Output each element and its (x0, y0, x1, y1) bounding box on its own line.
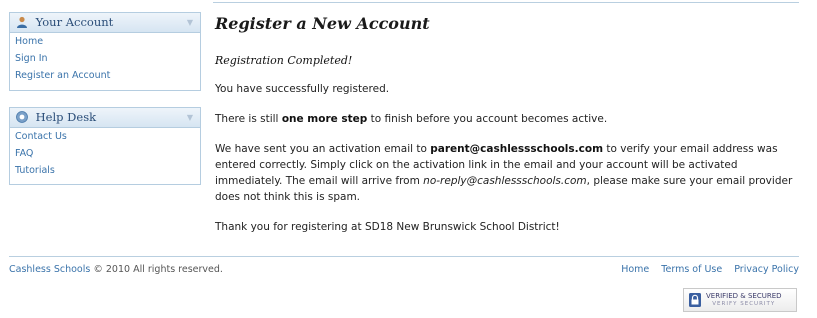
sidebar-item-contact-us[interactable]: Contact Us (10, 128, 200, 145)
copyright-text: © 2010 All rights reserved. (93, 264, 223, 275)
footer-copyright: Cashless Schools © 2010 All rights reser… (9, 264, 223, 275)
recipient-email: parent@cashlessschools.com (430, 143, 604, 155)
lock-icon (689, 293, 701, 307)
account-panel: Your Account ▼ Home Sign In Register an … (9, 12, 201, 91)
footer-link-home[interactable]: Home (621, 264, 649, 275)
sidebar-item-home[interactable]: Home (10, 33, 200, 50)
footer-divider (9, 256, 799, 257)
user-icon (17, 16, 27, 28)
sidebar-item-sign-in[interactable]: Sign In (10, 50, 200, 67)
one-more-step-emphasis: one more step (281, 113, 368, 125)
sidebar-item-register[interactable]: Register an Account (10, 67, 200, 84)
security-badge[interactable]: VERIFIED & SECURED VERIFY SECURITY (683, 288, 797, 312)
next-step-message: There is still one more step to finish b… (215, 113, 608, 125)
help-icon (16, 111, 28, 123)
registration-status: Registration Completed! (215, 54, 353, 67)
activation-message: We have sent you an activation email to … (215, 143, 793, 203)
footer-link-privacy[interactable]: Privacy Policy (734, 264, 799, 275)
footer-link-terms[interactable]: Terms of Use (661, 264, 722, 275)
account-panel-title: Your Account (35, 15, 114, 29)
sidebar-item-tutorials[interactable]: Tutorials (10, 162, 200, 179)
chevron-down-icon[interactable]: ▼ (187, 108, 193, 127)
main-content: Register a New Account Registration Comp… (215, 14, 805, 235)
top-divider (213, 2, 799, 3)
badge-line-2: VERIFY SECURITY (712, 301, 776, 307)
chevron-down-icon[interactable]: ▼ (187, 13, 193, 32)
footer-brand-link[interactable]: Cashless Schools (9, 264, 90, 275)
success-message: You have successfully registered. (215, 83, 390, 95)
sidebar-item-faq[interactable]: FAQ (10, 145, 200, 162)
badge-line-1: VERIFIED & SECURED (706, 292, 782, 300)
badge-text: VERIFIED & SECURED VERIFY SECURITY (706, 292, 782, 308)
help-desk-panel: Help Desk ▼ Contact Us FAQ Tutorials (9, 107, 201, 185)
help-desk-panel-header[interactable]: Help Desk ▼ (10, 108, 200, 128)
sender-email: no-reply@cashlessschools.com (423, 175, 587, 187)
help-desk-panel-title: Help Desk (35, 110, 97, 124)
footer-links: Home Terms of Use Privacy Policy (612, 264, 799, 275)
page-title: Register a New Account (215, 14, 430, 33)
account-panel-header[interactable]: Your Account ▼ (10, 13, 200, 33)
thank-you-message: Thank you for registering at SD18 New Br… (215, 221, 560, 233)
